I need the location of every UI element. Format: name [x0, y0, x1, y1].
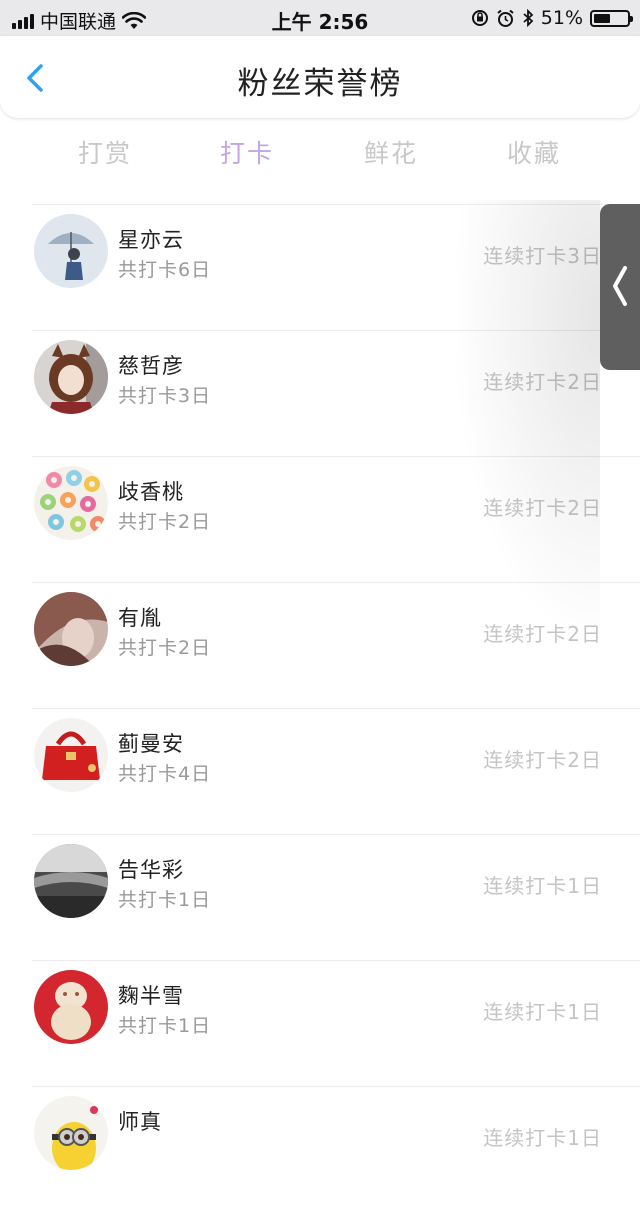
side-drawer-handle[interactable] [600, 204, 640, 370]
list-item[interactable]: 师真 连续打卡1日 [0, 1086, 640, 1212]
list-item[interactable]: 告华彩 共打卡1日 连续打卡1日 [0, 834, 640, 960]
list-item[interactable]: 歧香桃 共打卡2日 连续打卡2日 [0, 456, 640, 582]
figurine-avatar[interactable] [34, 970, 108, 1044]
fan-streak: 连续打卡2日 [483, 622, 602, 646]
list-item[interactable]: 麴半雪 共打卡1日 连续打卡1日 [0, 960, 640, 1086]
fan-name: 慈哲彦 [118, 354, 184, 378]
page-title: 粉丝荣誉榜 [237, 66, 403, 102]
minion-avatar[interactable] [34, 1096, 108, 1170]
alarm-icon [497, 9, 514, 27]
fan-total-checkins: 共打卡6日 [118, 259, 212, 281]
fan-total-checkins: 共打卡1日 [118, 889, 212, 911]
list-item[interactable]: 慈哲彦 共打卡3日 连续打卡2日 [0, 330, 640, 456]
tab-flowers[interactable]: 鲜花 [331, 134, 451, 170]
fan-name: 师真 [118, 1110, 162, 1134]
nav-bar: 粉丝荣誉榜 [0, 36, 640, 118]
fan-streak: 连续打卡3日 [483, 244, 602, 268]
fan-name: 有胤 [118, 606, 162, 630]
fan-streak: 连续打卡1日 [483, 1000, 602, 1024]
list-item[interactable]: 有胤 共打卡2日 连续打卡2日 [0, 582, 640, 708]
status-right: 51% [471, 7, 633, 29]
fan-streak: 连续打卡1日 [483, 874, 602, 898]
tab-favorites[interactable]: 收藏 [474, 134, 594, 170]
fan-name: 歧香桃 [118, 480, 184, 504]
fan-total-checkins: 共打卡4日 [118, 763, 212, 785]
list-item[interactable]: 星亦云 共打卡6日 连续打卡3日 [0, 204, 640, 330]
donuts-avatar[interactable] [34, 466, 108, 540]
fan-total-checkins: 共打卡3日 [118, 385, 212, 407]
umbrella-girl-avatar[interactable] [34, 214, 108, 288]
fan-streak: 连续打卡1日 [483, 1126, 602, 1150]
fan-name: 告华彩 [118, 858, 184, 882]
list-item[interactable]: 蓟曼安 共打卡4日 连续打卡2日 [0, 708, 640, 834]
bluetooth-icon [523, 9, 534, 27]
tab-bar: 打赏 打卡 鲜花 收藏 [0, 118, 640, 188]
glass-avatar[interactable] [34, 844, 108, 918]
fan-list: 星亦云 共打卡6日 连续打卡3日 慈哲彦 共打卡3日 连续打卡2日 歧香桃 共打… [0, 204, 640, 1212]
battery-percent: 51% [540, 7, 583, 29]
fan-name: 蓟曼安 [118, 732, 184, 756]
fan-total-checkins: 共打卡2日 [118, 511, 212, 533]
battery-icon [590, 9, 633, 27]
tab-reward[interactable]: 打赏 [45, 134, 165, 170]
chevron-left-icon [613, 266, 627, 306]
tab-checkin[interactable]: 打卡 [187, 134, 307, 170]
anime-girl-avatar[interactable] [34, 340, 108, 414]
blurred-portrait-avatar[interactable] [34, 592, 108, 666]
fan-streak: 连续打卡2日 [483, 496, 602, 520]
fan-streak: 连续打卡2日 [483, 370, 602, 394]
fan-total-checkins: 共打卡2日 [118, 637, 212, 659]
red-handbag-avatar[interactable] [34, 718, 108, 792]
fan-total-checkins: 共打卡1日 [118, 1015, 212, 1037]
rotation-lock-icon [471, 10, 488, 26]
fan-name: 麴半雪 [118, 984, 184, 1008]
status-bar: 中国联通 上午 2:56 51% [0, 0, 640, 36]
fan-name: 星亦云 [118, 228, 184, 252]
fan-streak: 连续打卡2日 [483, 748, 602, 772]
